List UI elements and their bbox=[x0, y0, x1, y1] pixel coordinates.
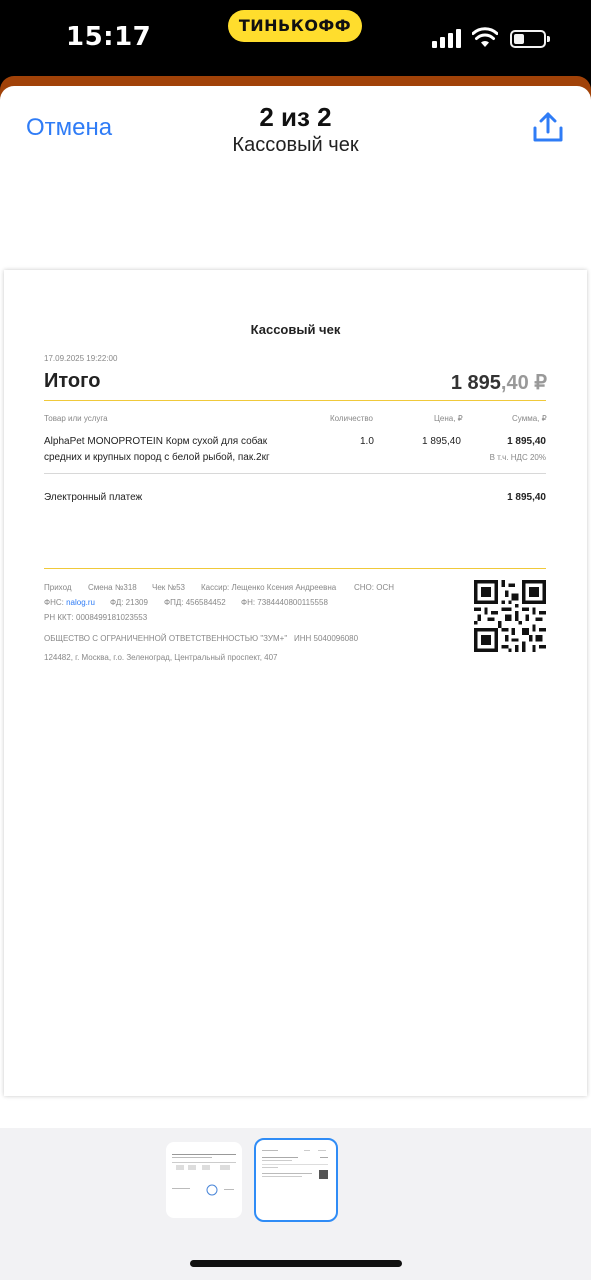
receipt-viewer-sheet: Отмена 2 из 2 Кассовый чек Кассовый чек … bbox=[0, 86, 591, 1280]
footer-type: Приход bbox=[44, 583, 72, 592]
receipt-page: Кассовый чек 17.09.2025 19:22:00 Итого 1… bbox=[4, 270, 587, 1096]
receipt-datetime: 17.09.2025 19:22:00 bbox=[44, 354, 118, 363]
total-value: 1 895,40 ₽ bbox=[451, 370, 547, 395]
footer-check: Чек №53 bbox=[152, 583, 185, 592]
payment-label: Электронный платеж bbox=[44, 492, 143, 503]
footer-shift: Смена №318 bbox=[88, 583, 137, 592]
footer-company: ОБЩЕСТВО С ОГРАНИЧЕННОЙ ОТВЕТСТВЕННОСТЬЮ… bbox=[44, 634, 288, 643]
divider bbox=[44, 400, 546, 401]
fns-link[interactable]: nalog.ru bbox=[66, 598, 95, 607]
battery-icon bbox=[510, 30, 550, 48]
share-icon[interactable] bbox=[530, 112, 566, 144]
item-name-line2: средних и крупных пород с белой рыбой, п… bbox=[44, 452, 270, 463]
column-qty: Количество bbox=[330, 414, 373, 423]
thumbnail-page-2-preview bbox=[262, 1150, 328, 1179]
footer-fpd: ФПД: 456584452 bbox=[164, 598, 226, 607]
home-indicator bbox=[190, 1260, 402, 1267]
bank-badge[interactable]: ТИНЬКОФФ bbox=[228, 10, 362, 42]
item-qty: 1.0 bbox=[360, 436, 374, 447]
footer-fn: ФН: 7384440800115558 bbox=[241, 598, 328, 607]
total-decimal: ,40 ₽ bbox=[500, 372, 547, 394]
page-thumbnails bbox=[0, 1128, 591, 1280]
qr-code-icon[interactable] bbox=[474, 580, 546, 652]
footer-fd: ФД: 21309 bbox=[110, 598, 148, 607]
column-item: Товар или услуга bbox=[44, 414, 108, 423]
item-name-line1: AlphaPet MONOPROTEIN Корм сухой для соба… bbox=[44, 436, 268, 447]
footer-cashier: Кассир: Лещенко Ксения Андреевна bbox=[201, 583, 337, 592]
footer-rn-kkt: РН ККТ: 0008499181023553 bbox=[44, 613, 148, 622]
fns-label: ФНС: bbox=[44, 598, 64, 607]
total-integer: 1 895 bbox=[450, 372, 501, 394]
item-price: 1 895,40 bbox=[422, 436, 461, 447]
divider bbox=[44, 568, 546, 569]
payment-value: 1 895,40 bbox=[507, 492, 546, 503]
footer-sno: СНО: ОСН bbox=[354, 583, 394, 592]
footer-inn: ИНН 5040096080 bbox=[294, 634, 359, 643]
page-subtitle: Кассовый чек bbox=[232, 134, 359, 156]
item-vat: В т.ч. НДС 20% bbox=[489, 453, 546, 462]
divider bbox=[44, 473, 546, 474]
item-sum: 1 895,40 bbox=[507, 436, 546, 447]
page-counter: 2 из 2 bbox=[259, 102, 332, 132]
footer-fns: ФНС: nalog.ru bbox=[44, 598, 95, 607]
wifi-icon bbox=[472, 27, 498, 47]
receipt-title: Кассовый чек bbox=[250, 322, 341, 337]
cellular-signal-icon bbox=[432, 29, 462, 48]
column-price: Цена, ₽ bbox=[434, 414, 463, 423]
document-area: Кассовый чек 17.09.2025 19:22:00 Итого 1… bbox=[0, 176, 591, 1216]
thumbnail-page-1[interactable] bbox=[166, 1142, 242, 1218]
status-bar: 15:17 ТИНЬКОФФ bbox=[0, 0, 591, 80]
thumbnail-page-1-preview bbox=[172, 1154, 236, 1196]
column-sum: Сумма, ₽ bbox=[512, 414, 547, 423]
footer-address: 124482, г. Москва, г.о. Зеленоград, Цент… bbox=[44, 653, 278, 662]
thumbnail-page-2[interactable] bbox=[254, 1138, 338, 1222]
total-label: Итого bbox=[44, 370, 101, 392]
status-time: 15:17 bbox=[66, 22, 152, 52]
